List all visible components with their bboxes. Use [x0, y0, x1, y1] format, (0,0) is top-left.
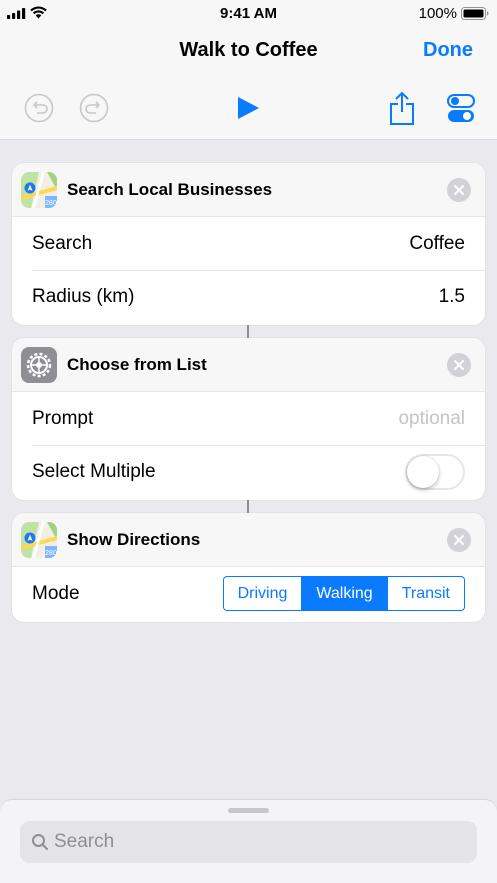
- undo-icon[interactable]: [24, 93, 54, 123]
- play-icon[interactable]: [236, 96, 260, 120]
- search-term-value[interactable]: Coffee: [409, 233, 465, 255]
- battery-percentage: 100%: [418, 5, 457, 22]
- remove-action-icon[interactable]: [447, 353, 471, 377]
- remove-action-icon[interactable]: [447, 178, 471, 202]
- svg-text:280: 280: [45, 550, 57, 557]
- segment-transit[interactable]: Transit: [386, 577, 464, 610]
- drawer-grabber[interactable]: [228, 808, 269, 813]
- status-bar: 9:41 AM 100%: [0, 0, 497, 28]
- parameter-row-search[interactable]: Search Coffee: [12, 217, 485, 270]
- radius-value[interactable]: 1.5: [439, 286, 465, 308]
- maps-icon: 280: [21, 522, 57, 558]
- toggle-knob: [407, 456, 439, 488]
- remove-action-icon[interactable]: [447, 528, 471, 552]
- parameter-label: Select Multiple: [32, 461, 156, 482]
- parameter-row-prompt[interactable]: Prompt optional: [12, 392, 485, 445]
- parameter-label: Radius (km): [32, 286, 135, 307]
- settings-icon: [21, 347, 57, 383]
- action-search-local-businesses: 280 Search Local Businesses Search Coffe…: [12, 163, 485, 325]
- parameter-label: Mode: [32, 583, 80, 604]
- action-header[interactable]: Choose from List: [12, 338, 485, 392]
- search-bar[interactable]: [20, 821, 477, 863]
- prompt-field[interactable]: optional: [398, 408, 465, 430]
- action-connector: [247, 325, 249, 338]
- parameter-label: Search: [32, 233, 93, 254]
- redo-icon[interactable]: [79, 93, 109, 123]
- svg-text:280: 280: [45, 200, 57, 207]
- parameter-row-radius[interactable]: Radius (km) 1.5: [12, 270, 485, 323]
- done-button[interactable]: Done: [423, 39, 473, 62]
- action-choose-from-list: Choose from List Prompt optional Select …: [12, 338, 485, 500]
- top-bar: 9:41 AM 100% Walk to Coffee Done: [0, 0, 497, 140]
- search-input[interactable]: [54, 821, 454, 863]
- select-multiple-toggle[interactable]: [405, 454, 465, 490]
- segment-driving[interactable]: Driving: [224, 577, 302, 610]
- action-title: Search Local Businesses: [67, 180, 273, 199]
- segment-walking[interactable]: Walking: [301, 577, 387, 610]
- mode-segmented-control: Driving Walking Transit: [222, 576, 465, 611]
- parameter-row-select-multiple[interactable]: Select Multiple: [12, 445, 485, 498]
- battery-icon: [461, 7, 489, 20]
- action-connector: [247, 500, 249, 513]
- actions-drawer: [0, 800, 497, 883]
- action-title: Show Directions: [67, 530, 201, 549]
- action-header[interactable]: 280 Show Directions: [12, 513, 485, 567]
- action-show-directions: 280 Show Directions Mode Driving Walking…: [12, 513, 485, 622]
- search-icon: [32, 834, 48, 850]
- parameter-row-mode: Mode Driving Walking Transit: [12, 567, 485, 620]
- share-icon[interactable]: [388, 90, 416, 126]
- parameter-label: Prompt: [32, 408, 94, 429]
- action-header[interactable]: 280 Search Local Businesses: [12, 163, 485, 217]
- settings-toggle-icon[interactable]: [447, 94, 475, 124]
- maps-icon: 280: [21, 172, 57, 208]
- action-title: Choose from List: [67, 355, 207, 374]
